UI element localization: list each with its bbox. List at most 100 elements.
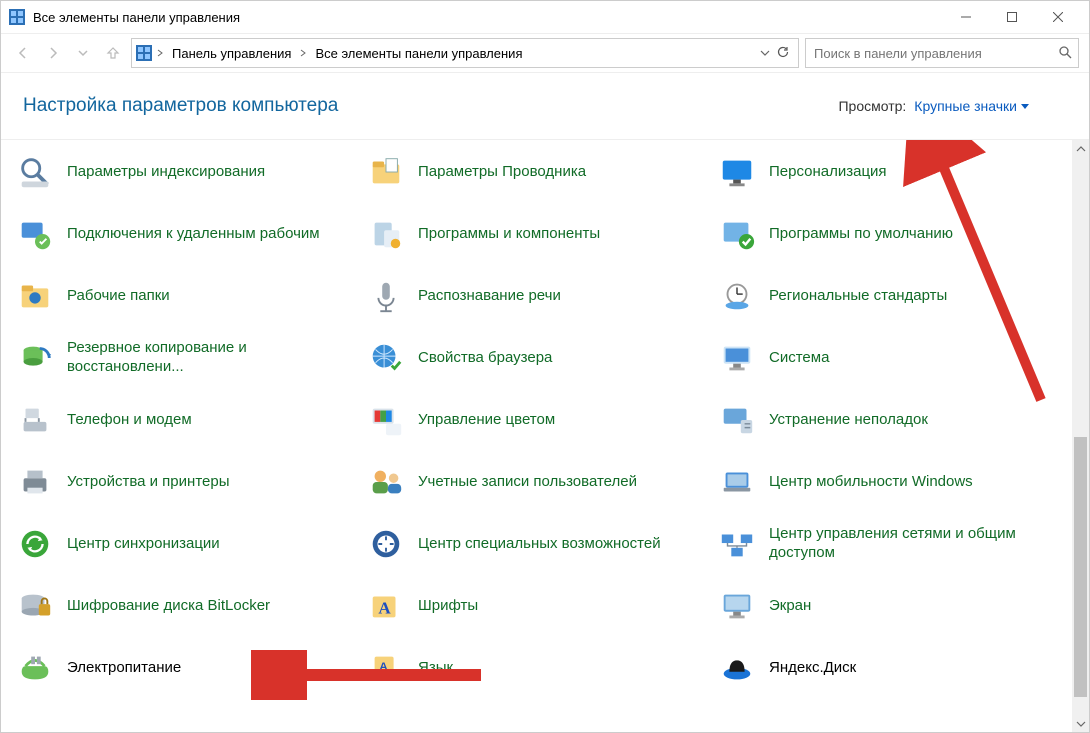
scroll-down-button[interactable]: [1072, 715, 1089, 732]
item-label: Параметры Проводника: [418, 163, 586, 182]
maximize-button[interactable]: [989, 1, 1035, 33]
item-label: Яндекс.Диск: [769, 659, 856, 678]
phone-modem-icon: [15, 400, 55, 440]
item-label: Резервное копирование и восстановлени...: [67, 339, 360, 377]
control-panel-item[interactable]: Яндекс.Диск: [717, 642, 1062, 694]
svg-text:A: A: [378, 599, 391, 618]
titlebar: Все элементы панели управления: [1, 1, 1089, 34]
remote-desktop-icon: [15, 214, 55, 254]
view-label: Просмотр:: [838, 98, 906, 114]
header-row: Настройка параметров компьютера Просмотр…: [1, 73, 1089, 139]
control-panel-item[interactable]: Центр специальных возможностей: [366, 518, 711, 570]
control-panel-item[interactable]: A Шрифты: [366, 580, 711, 632]
content-area: Параметры индексирования Параметры Провод…: [1, 140, 1072, 732]
control-panel-item[interactable]: Центр синхронизации: [15, 518, 360, 570]
item-label: Центр специальных возможностей: [418, 535, 661, 554]
control-panel-item[interactable]: Центр мобильности Windows: [717, 456, 1062, 508]
control-panel-item[interactable]: A字 Язык: [366, 642, 711, 694]
item-label: Центр синхронизации: [67, 535, 220, 554]
breadcrumb-item[interactable]: Панель управления: [168, 46, 295, 61]
item-label: Персонализация: [769, 163, 887, 182]
speech-icon: [366, 276, 406, 316]
close-button[interactable]: [1035, 1, 1081, 33]
view-value: Крупные значки: [914, 98, 1017, 114]
power-icon: [15, 648, 55, 688]
bitlocker-icon: [15, 586, 55, 626]
control-panel-item[interactable]: Программы по умолчанию: [717, 208, 1062, 260]
search-input[interactable]: [812, 45, 1058, 62]
control-panel-item[interactable]: Свойства браузера: [366, 332, 711, 384]
control-panel-item[interactable]: Рабочие папки: [15, 270, 360, 322]
dropdown-icon[interactable]: [760, 46, 770, 61]
forward-button[interactable]: [41, 41, 65, 65]
page-title: Настройка параметров компьютера: [23, 95, 838, 117]
control-panel-window: Все элементы панели управления: [0, 0, 1090, 733]
item-label: Система: [769, 349, 829, 368]
control-panel-icon: [9, 9, 25, 25]
scroll-thumb[interactable]: [1074, 437, 1087, 697]
svg-text:字: 字: [379, 670, 389, 682]
control-panel-item[interactable]: Персонализация: [717, 146, 1062, 198]
item-label: Управление цветом: [418, 411, 555, 430]
item-label: Учетные записи пользователей: [418, 473, 637, 492]
scrollbar[interactable]: [1072, 140, 1089, 732]
control-panel-item[interactable]: Центр управления сетями и общим доступом: [717, 518, 1062, 570]
indexing-icon: [15, 152, 55, 192]
item-label: Шрифты: [418, 597, 478, 616]
up-button[interactable]: [101, 41, 125, 65]
item-label: Язык: [418, 659, 453, 678]
fonts-icon: A: [366, 586, 406, 626]
back-button[interactable]: [11, 41, 35, 65]
window-title: Все элементы панели управления: [33, 10, 240, 25]
scroll-up-button[interactable]: [1072, 140, 1089, 157]
body: Параметры индексирования Параметры Провод…: [1, 139, 1089, 732]
control-panel-item[interactable]: Телефон и модем: [15, 394, 360, 446]
item-label: Программы и компоненты: [418, 225, 600, 244]
item-label: Шифрование диска BitLocker: [67, 597, 270, 616]
control-panel-item[interactable]: Шифрование диска BitLocker: [15, 580, 360, 632]
navbar: Панель управления Все элементы панели уп…: [1, 34, 1089, 73]
troubleshoot-icon: [717, 400, 757, 440]
refresh-button[interactable]: [776, 45, 790, 62]
control-panel-item[interactable]: Электропитание: [15, 642, 360, 694]
search-icon[interactable]: [1058, 45, 1072, 62]
control-panel-item[interactable]: Программы и компоненты: [366, 208, 711, 260]
control-panel-item[interactable]: Подключения к удаленным рабочим: [15, 208, 360, 260]
item-label: Подключения к удаленным рабочим: [67, 225, 320, 244]
control-panel-item[interactable]: Резервное копирование и восстановлени...: [15, 332, 360, 384]
sync-center-icon: [15, 524, 55, 564]
control-panel-item[interactable]: Региональные стандарты: [717, 270, 1062, 322]
display-icon: [717, 586, 757, 626]
backup-icon: [15, 338, 55, 378]
control-panel-item[interactable]: Экран: [717, 580, 1062, 632]
control-panel-item[interactable]: Параметры индексирования: [15, 146, 360, 198]
item-label: Программы по умолчанию: [769, 225, 953, 244]
mobility-center-icon: [717, 462, 757, 502]
minimize-button[interactable]: [943, 1, 989, 33]
control-panel-item[interactable]: Учетные записи пользователей: [366, 456, 711, 508]
control-panel-item[interactable]: Параметры Проводника: [366, 146, 711, 198]
item-label: Рабочие папки: [67, 287, 170, 306]
item-label: Свойства браузера: [418, 349, 552, 368]
chevron-right-icon: [299, 49, 307, 57]
control-panel-item[interactable]: Устройства и принтеры: [15, 456, 360, 508]
view-select[interactable]: Крупные значки: [914, 98, 1029, 114]
item-label: Телефон и модем: [67, 411, 192, 430]
item-label: Региональные стандарты: [769, 287, 947, 306]
recent-locations-button[interactable]: [71, 41, 95, 65]
control-panel-item[interactable]: Управление цветом: [366, 394, 711, 446]
item-label: Экран: [769, 597, 811, 616]
search-box[interactable]: [805, 38, 1079, 68]
item-label: Электропитание: [67, 659, 181, 678]
control-panel-item[interactable]: Распознавание речи: [366, 270, 711, 322]
language-icon: A字: [366, 648, 406, 688]
user-accounts-icon: [366, 462, 406, 502]
programs-features-icon: [366, 214, 406, 254]
control-panel-item[interactable]: Устранение неполадок: [717, 394, 1062, 446]
control-panel-item[interactable]: Система: [717, 332, 1062, 384]
breadcrumb-item[interactable]: Все элементы панели управления: [311, 46, 526, 61]
control-panel-breadcrumb-icon: [136, 45, 152, 61]
ease-of-access-icon: [366, 524, 406, 564]
address-bar[interactable]: Панель управления Все элементы панели уп…: [131, 38, 799, 68]
chevron-right-icon: [156, 49, 164, 57]
